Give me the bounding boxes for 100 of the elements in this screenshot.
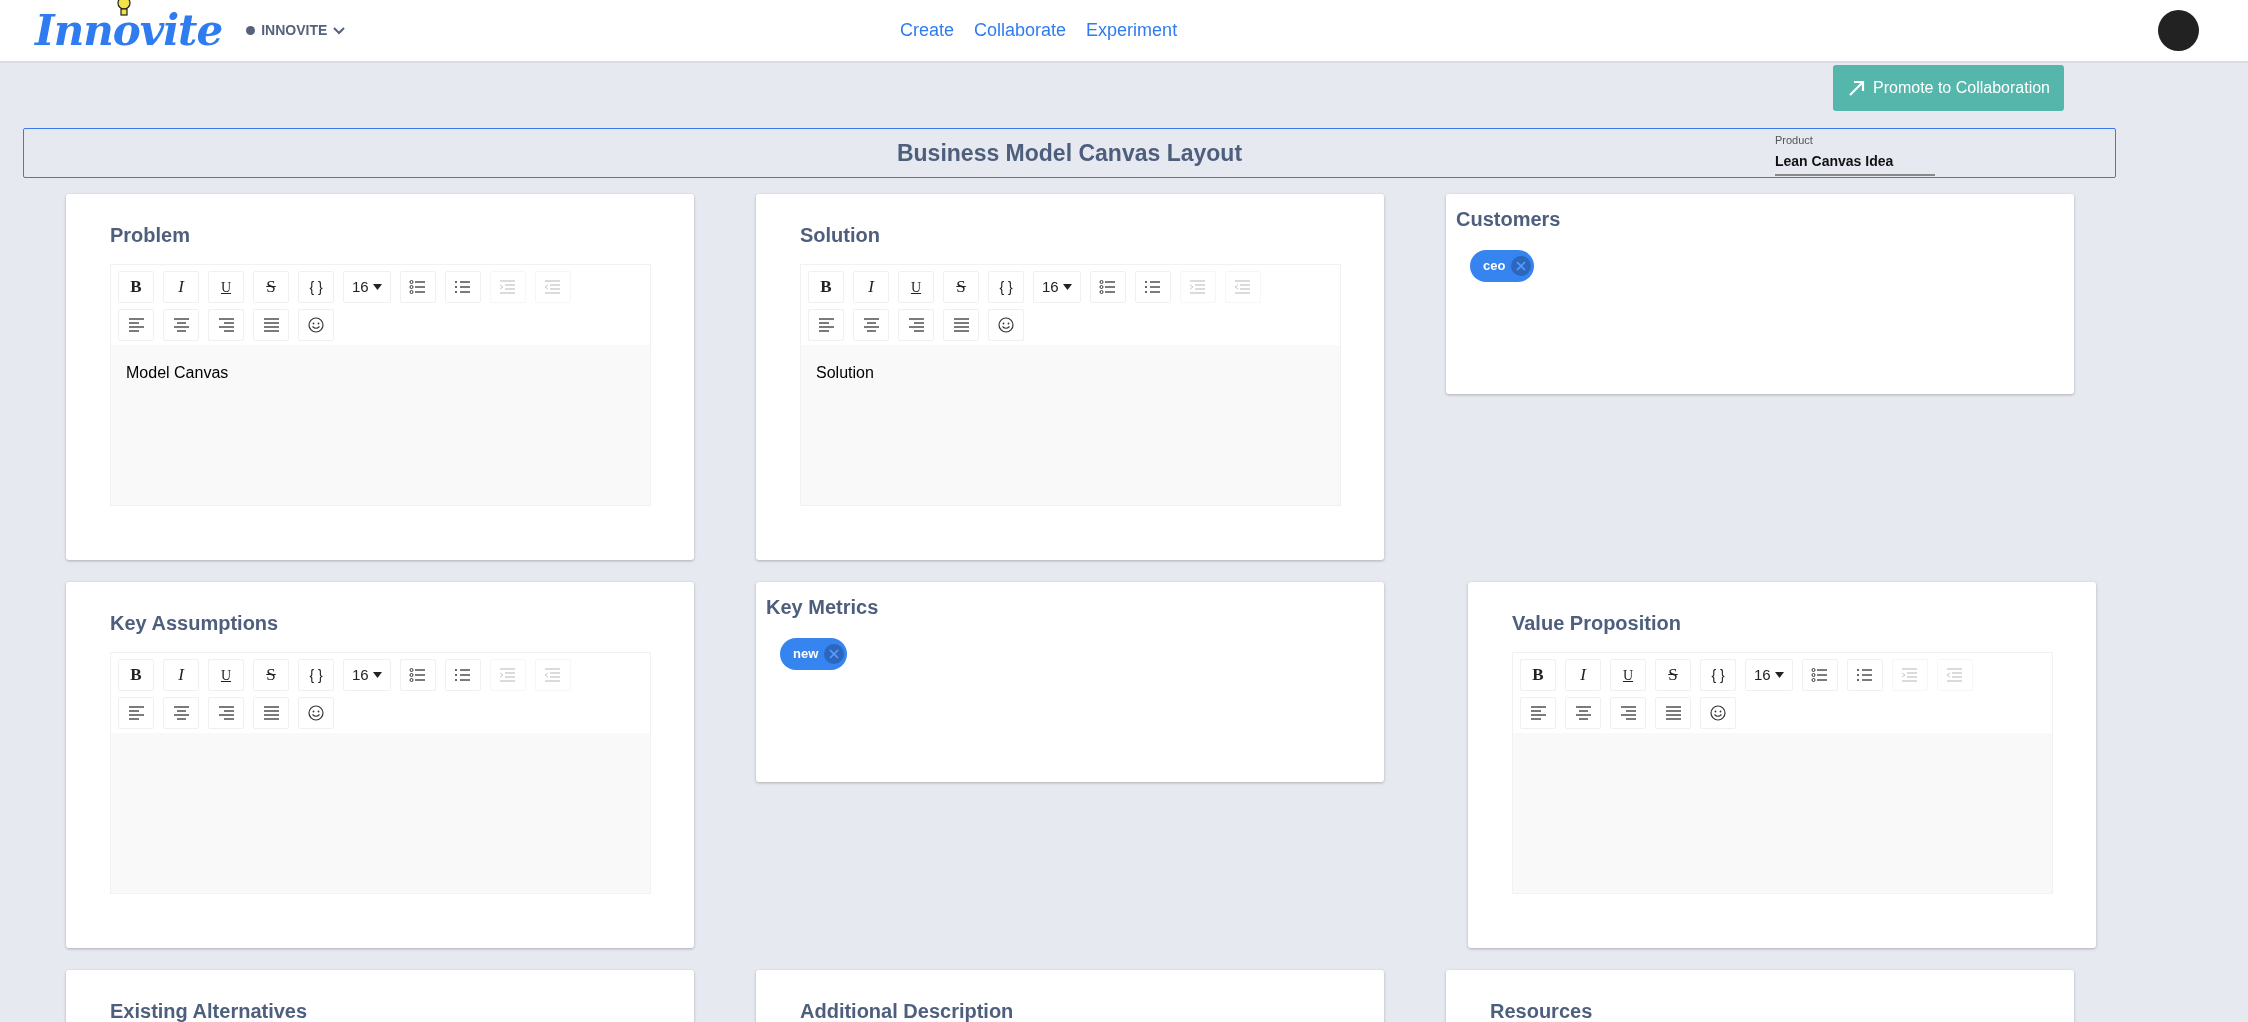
align-left-button[interactable] — [118, 309, 154, 341]
bullet-list-button[interactable] — [399, 271, 436, 303]
bullets-icon — [409, 279, 427, 295]
avatar[interactable] — [2158, 10, 2199, 51]
align-right-icon — [1619, 705, 1637, 721]
remove-tag-button[interactable] — [824, 644, 845, 664]
canvas-title: Business Model Canvas Layout — [896, 138, 1243, 168]
font-size-dropdown[interactable]: 16 — [1745, 659, 1793, 691]
strike-button[interactable]: S — [1655, 659, 1691, 691]
align-center-button[interactable] — [163, 309, 199, 341]
indent-icon — [1901, 667, 1919, 683]
align-left-button[interactable] — [808, 309, 844, 341]
bullet-list-button[interactable] — [1801, 659, 1838, 691]
font-size-dropdown[interactable]: 16 — [343, 271, 391, 303]
align-center-button[interactable] — [1565, 697, 1601, 729]
smiley-icon — [308, 705, 324, 721]
justify-icon — [262, 317, 280, 333]
bold-button[interactable]: B — [118, 659, 154, 691]
align-center-icon — [172, 317, 190, 333]
card-title: Key Metrics — [766, 595, 880, 620]
code-button[interactable]: { } — [988, 271, 1024, 303]
strike-button[interactable]: S — [253, 659, 289, 691]
product-field[interactable]: Product Lean Canvas Idea — [1775, 132, 1935, 176]
editor-text-area[interactable]: Model Canvas — [111, 345, 650, 505]
align-center-icon — [862, 317, 880, 333]
italic-button[interactable]: I — [853, 271, 889, 303]
justify-icon — [262, 705, 280, 721]
logo[interactable]: Innovite — [35, 9, 223, 52]
numbered-list-button[interactable] — [444, 271, 481, 303]
bold-button[interactable]: B — [1520, 659, 1556, 691]
font-size-dropdown[interactable]: 16 — [343, 659, 391, 691]
bullet-list-button[interactable] — [399, 659, 436, 691]
card-title: Value Proposition — [1512, 611, 1682, 636]
caret-icon — [1774, 672, 1784, 678]
align-right-button[interactable] — [208, 309, 244, 341]
tag-chip: new — [780, 638, 848, 670]
justify-icon — [1664, 705, 1682, 721]
numbered-list-button[interactable] — [1846, 659, 1883, 691]
strike-button[interactable]: S — [253, 271, 289, 303]
numbered-list-button[interactable] — [444, 659, 481, 691]
align-right-button[interactable] — [898, 309, 934, 341]
tag-chip: ceo — [1470, 250, 1535, 282]
numbers-icon — [1144, 279, 1162, 295]
outdent-icon — [544, 667, 562, 683]
bullet-list-button[interactable] — [1089, 271, 1126, 303]
nav-link[interactable]: Collaborate — [974, 17, 1067, 44]
align-left-button[interactable] — [1520, 697, 1556, 729]
workspace-selector[interactable]: INNOVITE — [246, 20, 346, 41]
smiley-icon — [1710, 705, 1726, 721]
align-center-button[interactable] — [163, 697, 199, 729]
align-center-button[interactable] — [853, 309, 889, 341]
align-right-icon — [217, 705, 235, 721]
outdent-icon — [1946, 667, 1964, 683]
nav-link[interactable]: Experiment — [1086, 17, 1178, 44]
align-left-icon — [1529, 705, 1547, 721]
caret-icon — [372, 284, 382, 290]
smiley-icon — [308, 317, 324, 333]
numbered-list-button[interactable] — [1134, 271, 1171, 303]
card-title: Resources — [1490, 999, 1594, 1022]
bold-button[interactable]: B — [118, 271, 154, 303]
caret-icon — [1062, 284, 1072, 290]
underline-button[interactable]: U — [208, 659, 244, 691]
editor-text: Solution — [816, 364, 874, 381]
code-button[interactable]: { } — [298, 271, 334, 303]
align-right-button[interactable] — [208, 697, 244, 729]
underline-button[interactable]: U — [898, 271, 934, 303]
emoji-button[interactable] — [988, 309, 1024, 341]
editor-text: Model Canvas — [126, 364, 229, 381]
align-center-icon — [1574, 705, 1592, 721]
emoji-button[interactable] — [1700, 697, 1736, 729]
font-size-dropdown[interactable]: 16 — [1033, 271, 1081, 303]
underline-button[interactable]: U — [208, 271, 244, 303]
bold-button[interactable]: B — [808, 271, 844, 303]
nav-link[interactable]: Create — [900, 17, 955, 44]
code-button[interactable]: { } — [1700, 659, 1736, 691]
strike-button[interactable]: S — [943, 271, 979, 303]
italic-button[interactable]: I — [1565, 659, 1601, 691]
emoji-button[interactable] — [298, 309, 334, 341]
justify-button[interactable] — [253, 309, 289, 341]
arrow-up-right-icon — [1847, 78, 1867, 98]
justify-button[interactable] — [253, 697, 289, 729]
caret-icon — [372, 672, 382, 678]
dot-icon — [246, 26, 256, 35]
align-left-button[interactable] — [118, 697, 154, 729]
justify-button[interactable] — [943, 309, 979, 341]
card-title: Key Assumptions — [110, 611, 280, 636]
underline-button[interactable]: U — [1610, 659, 1646, 691]
card-title: Customers — [1456, 207, 1562, 232]
indent-icon — [499, 667, 517, 683]
italic-button[interactable]: I — [163, 659, 199, 691]
italic-button[interactable]: I — [163, 271, 199, 303]
editor-text-area[interactable]: Solution — [801, 345, 1340, 505]
remove-tag-button[interactable] — [1511, 256, 1532, 276]
justify-icon — [952, 317, 970, 333]
bullets-icon — [1811, 667, 1829, 683]
emoji-button[interactable] — [298, 697, 334, 729]
justify-button[interactable] — [1655, 697, 1691, 729]
align-right-icon — [907, 317, 925, 333]
code-button[interactable]: { } — [298, 659, 334, 691]
align-right-button[interactable] — [1610, 697, 1646, 729]
